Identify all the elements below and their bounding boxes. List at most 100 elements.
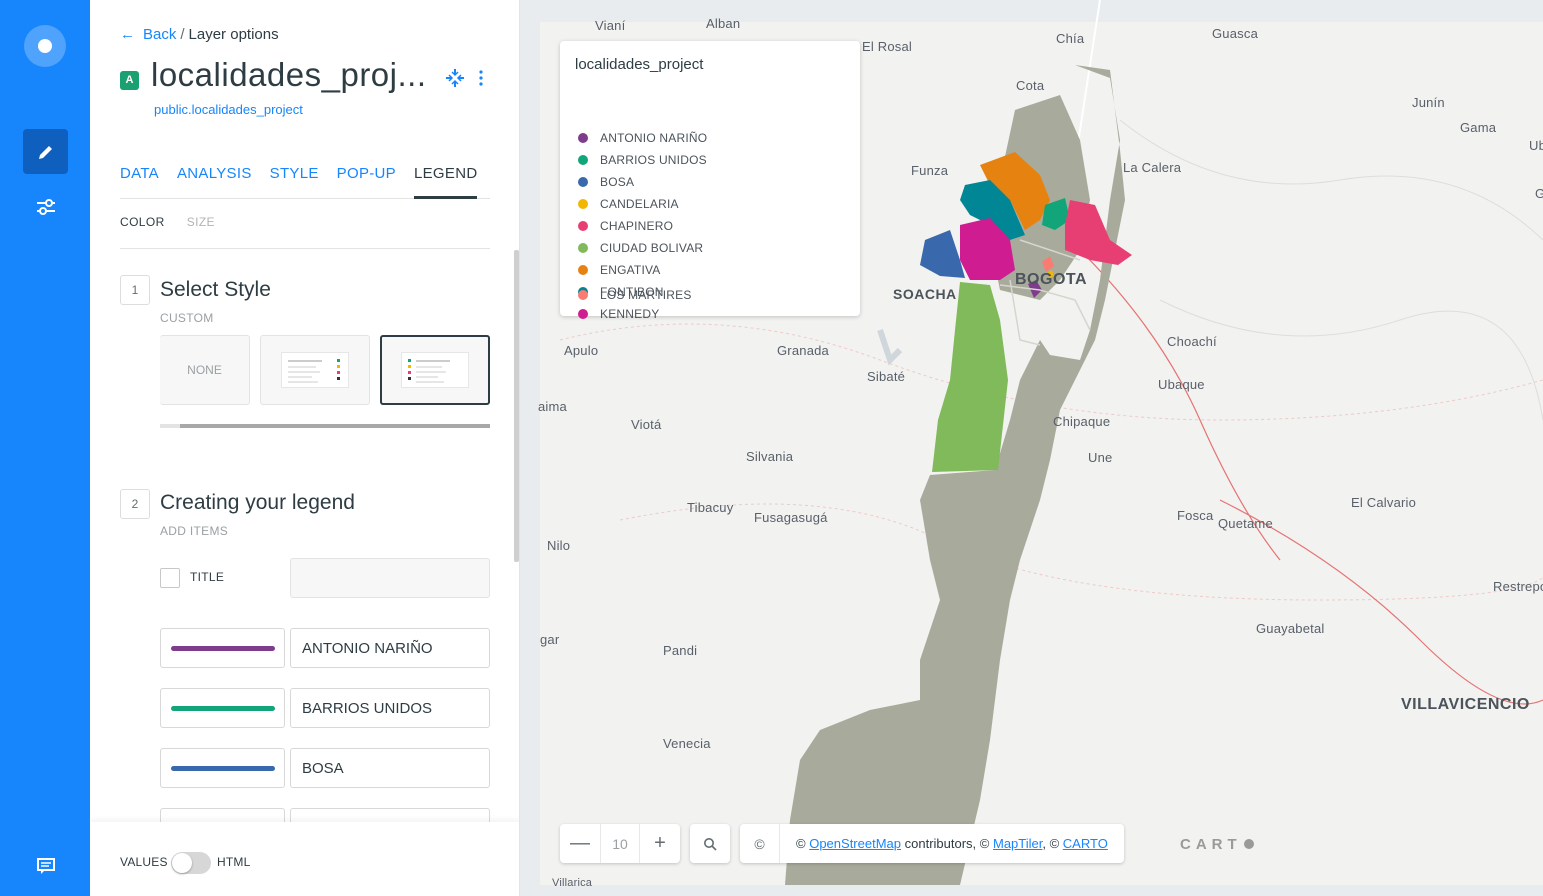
carto-logo-icon[interactable] (24, 25, 66, 67)
city-label-bogota: BOGOTA (1015, 271, 1088, 288)
more-options-icon[interactable] (479, 70, 483, 91)
map-legend-label: KENNEDY (600, 307, 660, 321)
carousel-scroll-thumb[interactable] (180, 424, 490, 428)
legend-item-label-input[interactable]: BARRIOS UNIDOS (290, 688, 490, 728)
legend-item-label-input[interactable]: ANTONIO NARIÑO (290, 628, 490, 668)
legend-dot-icon (578, 133, 588, 143)
place-label: Cota (1016, 78, 1045, 93)
map-legend-label: CIUDAD BOLIVAR (600, 241, 704, 255)
place-label: Ubaque (1158, 377, 1205, 392)
attribution-prefix: © (796, 836, 806, 851)
layer-tabs: DATA ANALYSIS STYLE POP-UP LEGEND (120, 163, 490, 199)
tab-analysis[interactable]: ANALYSIS (177, 163, 252, 199)
map-legend-item: KENNEDY (578, 306, 659, 322)
layer-title[interactable]: localidades_proj... (151, 56, 427, 94)
place-label: Choachí (1167, 334, 1217, 349)
city-label-soacha: SOACHA (893, 286, 957, 302)
legend-dot-icon (578, 290, 588, 300)
map-canvas[interactable]: Vianí Alban El Rosal Chía Guasca Cota Ju… (520, 0, 1543, 896)
map-search-button[interactable] (690, 824, 730, 863)
legend-title-row: TITLE (160, 558, 490, 598)
subtab-color[interactable]: COLOR (120, 215, 165, 248)
style-option-legend-right[interactable] (260, 335, 370, 405)
color-swatch-line (171, 646, 275, 651)
map-legend-item: BARRIOS UNIDOS (578, 152, 707, 168)
style-option-legend-left-selected[interactable] (380, 335, 490, 405)
legend-dot-icon (578, 199, 588, 209)
map-legend-item: CHAPINERO (578, 218, 673, 234)
step-2-subtitle: ADD ITEMS (160, 524, 229, 538)
place-label: Apulo (564, 343, 599, 358)
layer-actions (445, 68, 483, 93)
map-attribution: © © OpenStreetMap contributors, © MapTil… (740, 824, 1124, 863)
place-label: aima (538, 399, 567, 414)
legend-color-picker[interactable] (160, 628, 285, 668)
feedback-chat-icon[interactable] (23, 843, 68, 888)
place-label: Funza (911, 163, 949, 178)
map-legend-label: CHAPINERO (600, 219, 674, 233)
settings-sliders-icon[interactable] (23, 184, 68, 229)
legend-dot-icon (578, 177, 588, 187)
tab-popup[interactable]: POP-UP (337, 163, 396, 199)
map-legend: localidades_project ANTONIO NARIÑO BARRI… (560, 41, 860, 321)
style-option-none[interactable]: NONE (160, 335, 250, 405)
legend-item-row: BOSA (160, 748, 490, 788)
place-label: G (1535, 186, 1543, 201)
place-label: Viotá (631, 417, 662, 432)
attribution-separator: , © (1042, 836, 1060, 851)
zoom-in-button[interactable]: + (640, 824, 680, 863)
legend-color-picker[interactable] (160, 688, 285, 728)
attribution-contributors: contributors, © (904, 836, 990, 851)
map-legend-item: CANDELARIA (578, 196, 679, 212)
step-1-number: 1 (120, 275, 150, 305)
title-checkbox[interactable] (160, 568, 180, 588)
attribution-toggle-button[interactable]: © (740, 824, 780, 863)
tab-style[interactable]: STYLE (270, 163, 319, 199)
legend-color-picker[interactable] (160, 748, 285, 788)
place-label: Fosca (1177, 508, 1214, 523)
carto-watermark-text: CART (1180, 836, 1242, 853)
zoom-to-layer-icon[interactable] (445, 68, 465, 93)
place-label: Granada (777, 343, 829, 358)
place-label: Sibaté (867, 369, 906, 384)
place-label: Villarica (552, 877, 593, 889)
ciudad-bolivar-region (932, 282, 1008, 472)
color-swatch-line (171, 766, 275, 771)
place-label: Silvania (746, 449, 794, 464)
map-legend-label: ANTONIO NARIÑO (600, 131, 708, 145)
place-label: Tibacuy (687, 500, 734, 515)
openstreetmap-link[interactable]: OpenStreetMap (809, 836, 901, 851)
place-label: Pandi (663, 643, 698, 658)
legend-dot-icon (578, 243, 588, 253)
zoom-out-button[interactable]: — (560, 824, 600, 863)
tab-legend[interactable]: LEGEND (413, 163, 478, 199)
legend-title-input[interactable] (290, 558, 490, 598)
carto-link[interactable]: CARTO (1063, 836, 1108, 851)
place-label: Chipaque (1053, 414, 1111, 429)
layer-source-table[interactable]: public.localidades_project (154, 102, 303, 117)
place-label: Fusagasugá (754, 510, 828, 525)
back-arrow-icon[interactable]: ← (120, 26, 135, 43)
map-legend-item: BOSA (578, 174, 634, 190)
legend-dot-icon (578, 265, 588, 275)
map-legend-item: ANTONIO NARIÑO (578, 130, 707, 146)
place-label: El Calvario (1351, 495, 1417, 510)
edit-pencil-icon[interactable] (23, 129, 68, 174)
legend-item-label-input[interactable]: BOSA (290, 748, 490, 788)
panel-scrollbar[interactable] (514, 250, 519, 562)
place-label: El Rosal (862, 39, 913, 54)
back-link[interactable]: Back (143, 26, 176, 43)
tab-data[interactable]: DATA (120, 163, 159, 199)
breadcrumb-separator: / (180, 26, 185, 43)
values-html-toggle[interactable] (171, 852, 211, 874)
subtab-size[interactable]: SIZE (187, 215, 215, 248)
step-2-number: 2 (120, 489, 150, 519)
left-nav-rail (0, 0, 90, 896)
style-carousel-scrollbar[interactable] (160, 424, 490, 428)
place-label: Guayabetal (1256, 621, 1325, 636)
city-label-villavicencio: VILLAVICENCIO (1401, 696, 1530, 713)
map-legend-item: ENGATIVA (578, 262, 661, 278)
place-label: Venecia (663, 736, 711, 751)
map-legend-label: BOSA (600, 175, 635, 189)
maptiler-link[interactable]: MapTiler (993, 836, 1042, 851)
